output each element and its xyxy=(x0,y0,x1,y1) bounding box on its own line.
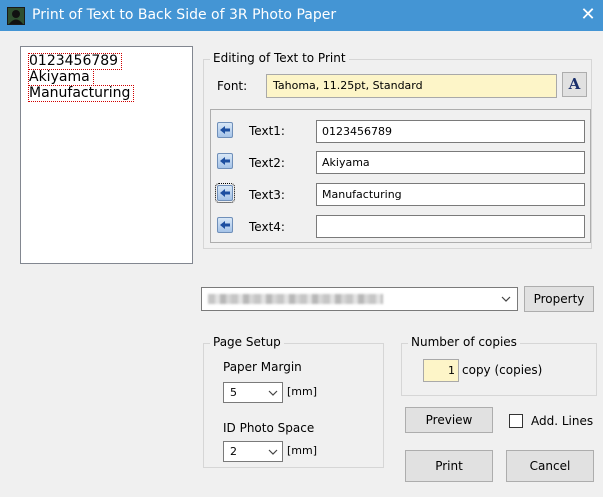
arrow-left-icon xyxy=(220,189,230,197)
font-select-button[interactable]: A xyxy=(562,72,587,97)
insert-text3-button[interactable] xyxy=(215,183,235,203)
paper-margin-value: 5 xyxy=(230,386,237,399)
paper-margin-unit: [mm] xyxy=(287,385,318,398)
text-preview-panel: 0123456789 Akiyama Manufacturing xyxy=(20,46,193,264)
text1-label: Text1: xyxy=(249,124,285,138)
copies-legend: Number of copies xyxy=(408,335,520,349)
id-photo-space-unit: [mm] xyxy=(287,444,318,457)
printer-name-blurred xyxy=(208,294,383,304)
close-button[interactable]: ✕ xyxy=(575,3,601,27)
insert-text2-button[interactable] xyxy=(217,153,233,169)
id-photo-space-label: ID Photo Space xyxy=(223,421,315,435)
font-field[interactable]: Tahoma, 11.25pt, Standard xyxy=(266,74,557,98)
id-photo-space-value: 2 xyxy=(230,445,237,458)
font-a-icon: A xyxy=(568,75,581,93)
editing-group-legend: Editing of Text to Print xyxy=(210,51,349,65)
add-lines-checkbox[interactable] xyxy=(509,414,523,428)
chevron-down-icon xyxy=(268,390,278,396)
font-label: Font: xyxy=(217,79,248,93)
paper-margin-label: Paper Margin xyxy=(223,360,302,374)
preview-line-3: Manufacturing xyxy=(28,85,135,102)
preview-button[interactable]: Preview xyxy=(405,407,493,433)
text4-label: Text4: xyxy=(249,220,285,234)
arrow-left-icon xyxy=(220,126,230,134)
insert-text4-button[interactable] xyxy=(217,217,233,233)
arrow-left-icon xyxy=(220,157,230,165)
text4-input[interactable] xyxy=(316,215,585,238)
text3-input[interactable]: Manufacturing xyxy=(316,183,585,206)
add-lines-label: Add. Lines xyxy=(531,414,594,428)
arrow-left-icon xyxy=(220,221,230,229)
preview-line-2: Akiyama xyxy=(28,69,94,86)
insert-text1-button[interactable] xyxy=(217,122,233,138)
app-person-icon xyxy=(7,7,25,25)
copies-input[interactable]: 1 xyxy=(423,359,459,382)
close-icon: ✕ xyxy=(580,4,596,25)
text2-label: Text2: xyxy=(249,156,285,170)
text1-input[interactable]: 0123456789 xyxy=(316,120,585,143)
text2-input[interactable]: Akiyama xyxy=(316,151,585,174)
cancel-button[interactable]: Cancel xyxy=(506,450,594,482)
copies-unit-label: copy (copies) xyxy=(462,363,543,377)
page-setup-legend: Page Setup xyxy=(210,335,284,349)
text3-label: Text3: xyxy=(249,188,285,202)
id-photo-space-select[interactable]: 2 xyxy=(223,441,283,462)
preview-line-1: 0123456789 xyxy=(28,53,123,70)
chevron-down-icon xyxy=(501,296,511,302)
printer-select[interactable] xyxy=(201,287,518,311)
property-button[interactable]: Property xyxy=(524,286,594,312)
window-title: Print of Text to Back Side of 3R Photo P… xyxy=(32,7,337,23)
chevron-down-icon xyxy=(268,449,278,455)
paper-margin-select[interactable]: 5 xyxy=(223,382,283,403)
print-button[interactable]: Print xyxy=(405,450,493,482)
